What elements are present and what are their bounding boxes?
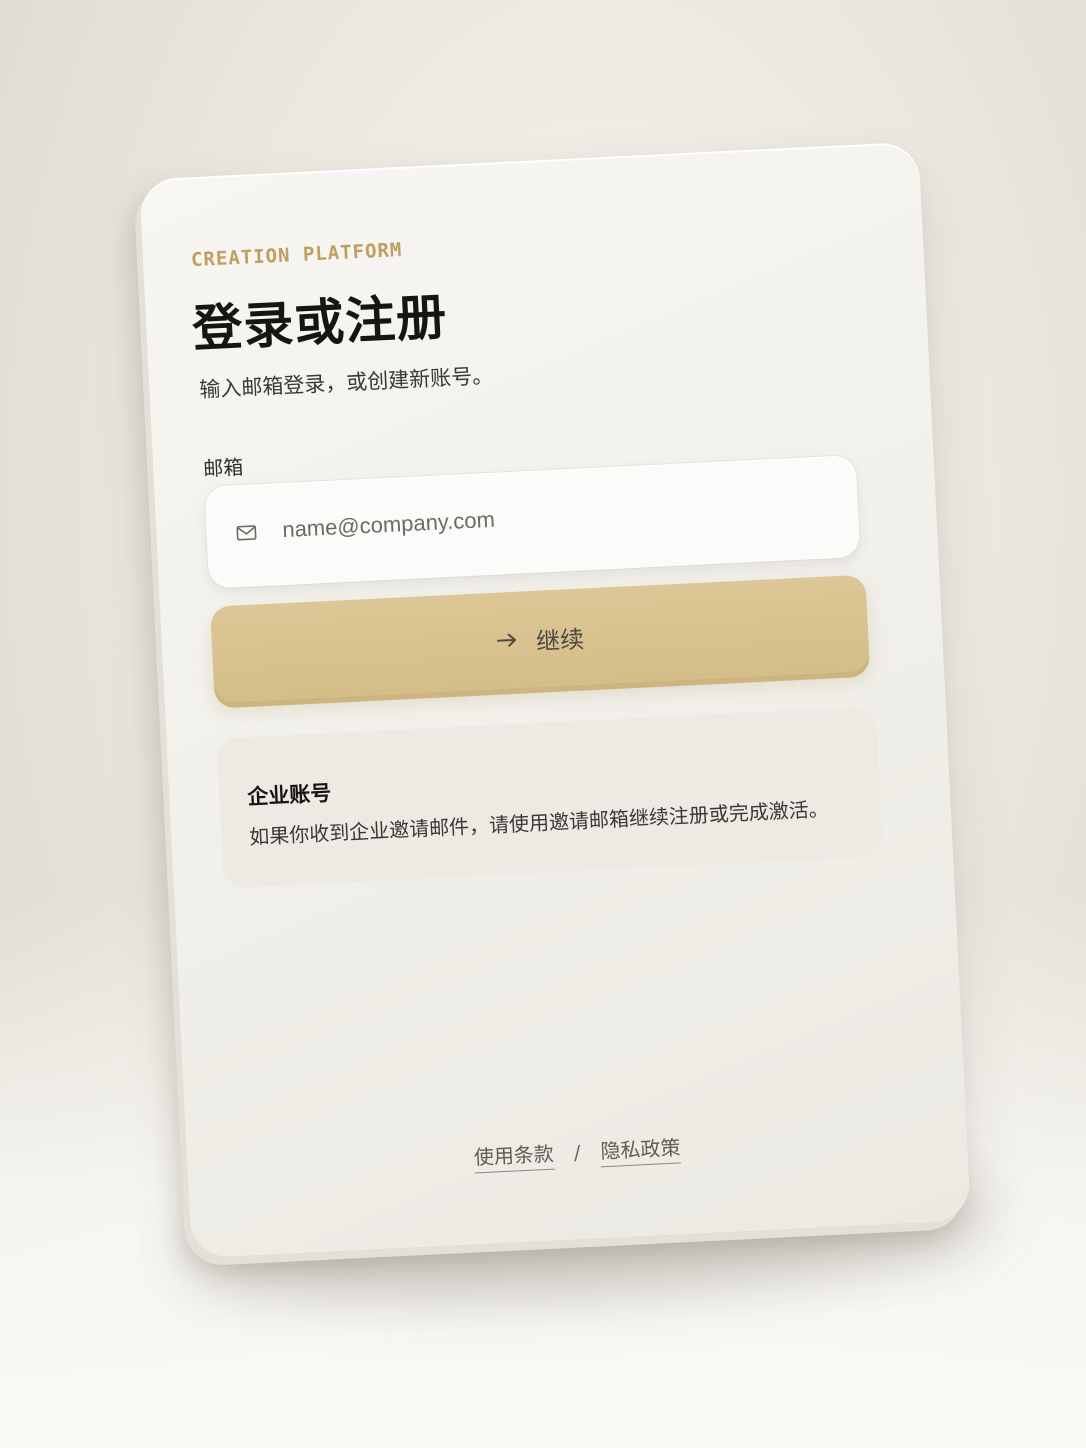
login-card-wrapper: CREATION PLATFORM 登录或注册 输入邮箱登录，或创建新账号。 邮… bbox=[139, 141, 971, 1259]
email-field-label: 邮箱 bbox=[202, 454, 244, 481]
footer-separator: / bbox=[573, 1140, 582, 1165]
page-subtitle: 输入邮箱登录，或创建新账号。 bbox=[198, 363, 494, 402]
continue-button[interactable]: 继续 bbox=[210, 574, 870, 703]
email-input[interactable] bbox=[281, 490, 823, 544]
page-title: 登录或注册 bbox=[191, 287, 449, 359]
footer-links: 使用条款 / 隐私政策 bbox=[187, 1117, 968, 1187]
login-card: CREATION PLATFORM 登录或注册 输入邮箱登录，或创建新账号。 邮… bbox=[139, 141, 971, 1259]
arrow-right-icon bbox=[497, 633, 517, 647]
brand-eyebrow: CREATION PLATFORM bbox=[190, 238, 403, 272]
email-field[interactable] bbox=[204, 455, 861, 589]
enterprise-notice-title: 企业账号 bbox=[246, 781, 332, 810]
enterprise-notice-body: 如果你收到企业邀请邮件，请使用邀请邮箱继续注册或完成激活。 bbox=[248, 796, 830, 850]
enterprise-notice: 企业账号 如果你收到企业邀请邮件，请使用邀请邮箱继续注册或完成激活。 bbox=[216, 706, 884, 889]
privacy-link[interactable]: 隐私政策 bbox=[599, 1131, 682, 1168]
continue-button-label: 继续 bbox=[535, 625, 585, 656]
terms-link[interactable]: 使用条款 bbox=[473, 1137, 555, 1174]
mail-icon bbox=[236, 525, 257, 541]
